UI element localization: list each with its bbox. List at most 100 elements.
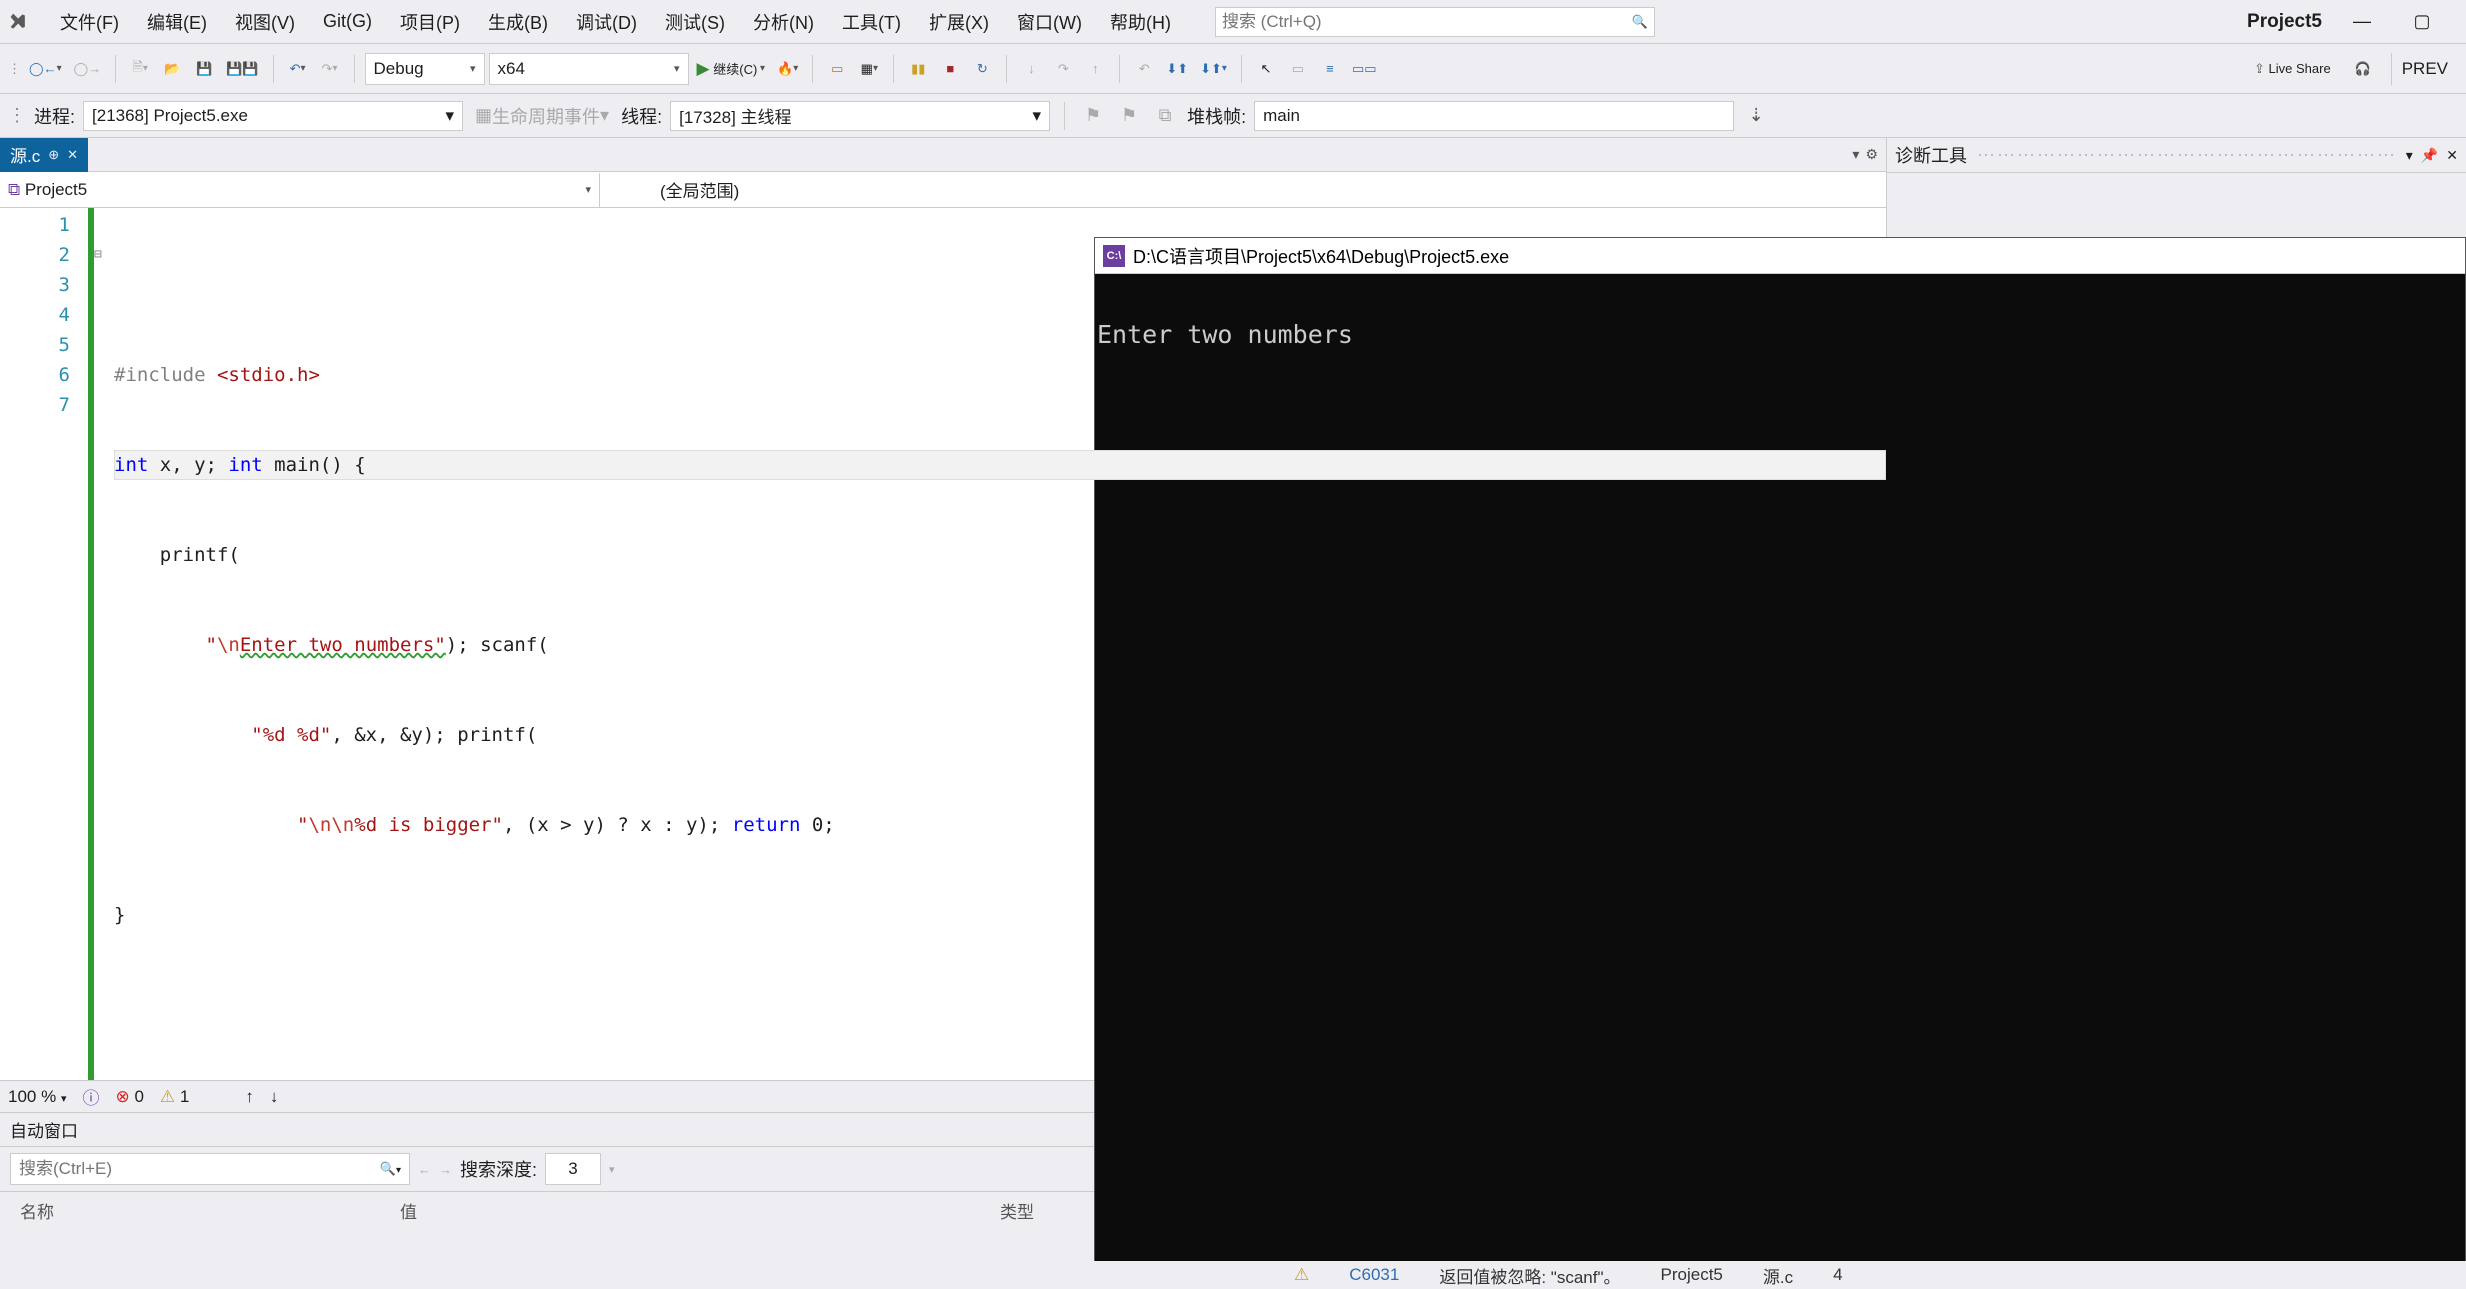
step-over-button[interactable]: ↷ [1049,53,1077,85]
col-value[interactable]: 值 [400,1198,1000,1223]
lifecycle-button[interactable]: ▦ 生命周期事件 ▾ [471,100,613,132]
zoom-level[interactable]: 100 % ▾ [8,1087,66,1107]
app-icon [4,7,34,37]
autos-search-box[interactable]: 🔍▾ [10,1153,410,1185]
console-title-bar[interactable]: C:\ D:\C语言项目\Project5\x64\Debug\Project5… [1095,238,2465,274]
menu-window[interactable]: 窗口(W) [1003,5,1096,39]
undo-button[interactable]: ↶▾ [284,53,312,85]
diag-dropdown-icon[interactable]: ▾ [2406,147,2413,164]
feedback-button[interactable]: 🎧 [2349,53,2377,85]
bottom-error-row: ⚠ C6031 返回值被忽略: "scanf"。 Project5 源.c 4 [1094,1261,2466,1289]
nav-back-button[interactable]: ◯←▾ [25,53,66,85]
platform-combo[interactable]: x64▾ [489,53,689,85]
menu-file[interactable]: 文件(F) [46,5,133,39]
thread-combo[interactable]: [17328] 主线程▾ [670,101,1050,131]
menu-analyze[interactable]: 分析(N) [739,5,828,39]
indent-button[interactable]: ▭▭ [1348,53,1381,85]
menu-edit[interactable]: 编辑(E) [133,5,221,39]
error-count[interactable]: ⊗ 0 [115,1087,143,1107]
hot-reload-button[interactable]: 🔥▾ [773,53,802,85]
search-box[interactable]: 🔍 [1215,7,1655,37]
main-toolbar: ⋮ ◯←▾ ◯→ 🗎▾ 📂 💾 💾💾 ↶▾ ↷▾ Debug▾ x64▾ ▶ 继… [0,44,2466,94]
diag-pin-icon[interactable]: 📌 [2421,147,2438,164]
liveshare-button[interactable]: ⇪ Live Share [2250,53,2335,85]
console-title-text: D:\C语言项目\Project5\x64\Debug\Project5.exe [1133,243,1509,269]
undo2-button[interactable]: ↶ [1130,53,1158,85]
step-out-button[interactable]: ↑ [1081,53,1109,85]
editor-tabs: 源.c ⊕ ✕ ▾ ⚙ [0,138,1886,172]
menu-test[interactable]: 测试(S) [651,5,739,39]
search-input[interactable] [1222,12,1632,32]
minimize-button[interactable]: — [2342,11,2382,32]
menu-project[interactable]: 项目(P) [386,5,474,39]
tab-settings-icon[interactable]: ⚙ [1865,146,1878,163]
new-item-button[interactable]: 🗎▾ [126,53,154,85]
menubar: 文件(F) 编辑(E) 视图(V) Git(G) 项目(P) 生成(B) 调试(… [0,0,2466,44]
menu-extensions[interactable]: 扩展(X) [915,5,1003,39]
pause-button[interactable]: ▮▮ [904,53,932,85]
warning-icon: ⚠ [1294,1265,1309,1285]
open-button[interactable]: 📂 [158,53,186,85]
err-code: C6031 [1349,1265,1399,1285]
col-name[interactable]: 名称 [20,1198,400,1223]
autos-next-icon[interactable]: → [439,1162,452,1177]
save-all-button[interactable]: 💾💾 [222,53,262,85]
tool-a-button[interactable]: ⬇⬆ [1162,53,1192,85]
nav-up-icon[interactable]: ↑ [245,1087,254,1107]
flag2-button[interactable]: ⚑ [1115,100,1143,132]
console-window[interactable]: C:\ D:\C语言项目\Project5\x64\Debug\Project5… [1094,237,2466,1289]
depth-dropdown-icon[interactable]: ▾ [609,1163,615,1176]
diag-pattern: ⋯⋯⋯⋯⋯⋯⋯⋯⋯⋯⋯⋯⋯⋯⋯⋯⋯⋯⋯⋯⋯⋯⋯⋯⋯⋯⋯⋯⋯⋯⋯ [1977,145,2396,166]
format-button[interactable]: ≡ [1316,53,1344,85]
autos-search-input[interactable] [19,1159,380,1179]
tab-source-c[interactable]: 源.c ⊕ ✕ [0,138,88,172]
cursor-button[interactable]: ↖ [1252,53,1280,85]
warning-count[interactable]: ⚠ 1 [160,1087,189,1107]
close-tab-icon[interactable]: ✕ [67,147,78,163]
tool-b-button[interactable]: ⬇⬆▾ [1196,53,1231,85]
comment-button[interactable]: ▭ [1284,53,1312,85]
overflow-button[interactable]: ⇣ [1742,100,1770,132]
save-button[interactable]: 💾 [190,53,218,85]
stackframe-combo[interactable]: main [1254,101,1734,131]
process-label: 进程: [34,103,75,129]
preview-label[interactable]: PREV [2391,53,2458,85]
restart-button[interactable]: ↻ [968,53,996,85]
err-line: 4 [1833,1265,1842,1285]
tab-dropdown-icon[interactable]: ▾ [1852,146,1859,163]
err-proj: Project5 [1661,1265,1723,1285]
autos-prev-icon[interactable]: ← [418,1162,431,1177]
drag-handle-icon: ⋮ [8,61,21,77]
err-msg: 返回值被忽略: "scanf"。 [1439,1263,1620,1288]
thread-label: 线程: [621,103,662,129]
menu-view[interactable]: 视图(V) [221,5,309,39]
diagnostics-title-bar: 诊断工具 ⋯⋯⋯⋯⋯⋯⋯⋯⋯⋯⋯⋯⋯⋯⋯⋯⋯⋯⋯⋯⋯⋯⋯⋯⋯⋯⋯⋯⋯⋯⋯ ▾ 📌… [1887,138,2466,173]
window-layout-button[interactable]: ▭ [823,53,851,85]
scope-nav-combo[interactable]: (全局范围) [600,173,900,207]
nav-forward-button[interactable]: ◯→ [70,53,106,85]
flag-button[interactable]: ⚑ [1079,100,1107,132]
pin-icon[interactable]: ⊕ [48,147,59,163]
maximize-button[interactable]: ▢ [2402,11,2442,32]
depth-value[interactable]: 3 [545,1153,601,1185]
col-type[interactable]: 类型 [1000,1198,1034,1223]
step-into-button[interactable]: ↓ [1017,53,1045,85]
config-combo[interactable]: Debug▾ [365,53,485,85]
menu-help[interactable]: 帮助(H) [1096,5,1185,39]
menu-debug[interactable]: 调试(D) [562,5,651,39]
menu-build[interactable]: 生成(B) [474,5,562,39]
continue-button[interactable]: ▶ 继续(C) ▾ [693,53,770,85]
thread-group-button[interactable]: ⧉ [1151,100,1179,132]
stop-button[interactable]: ■ [936,53,964,85]
fold-column[interactable]: ⊟ [94,208,110,1080]
console-output[interactable]: Enter two numbers [1095,274,2465,1288]
project-nav-combo[interactable]: ⧉ Project5 ▾ [0,173,600,207]
menu-tools[interactable]: 工具(T) [828,5,915,39]
redo-button[interactable]: ↷▾ [316,53,344,85]
process-combo[interactable]: [21368] Project5.exe▾ [83,101,463,131]
health-icon[interactable]: ⓘ [82,1084,99,1109]
menu-git[interactable]: Git(G) [309,7,386,36]
diag-close-icon[interactable]: ✕ [2446,147,2458,164]
nav-down-icon[interactable]: ↓ [270,1087,279,1107]
window-options-button[interactable]: ▦▾ [855,53,883,85]
